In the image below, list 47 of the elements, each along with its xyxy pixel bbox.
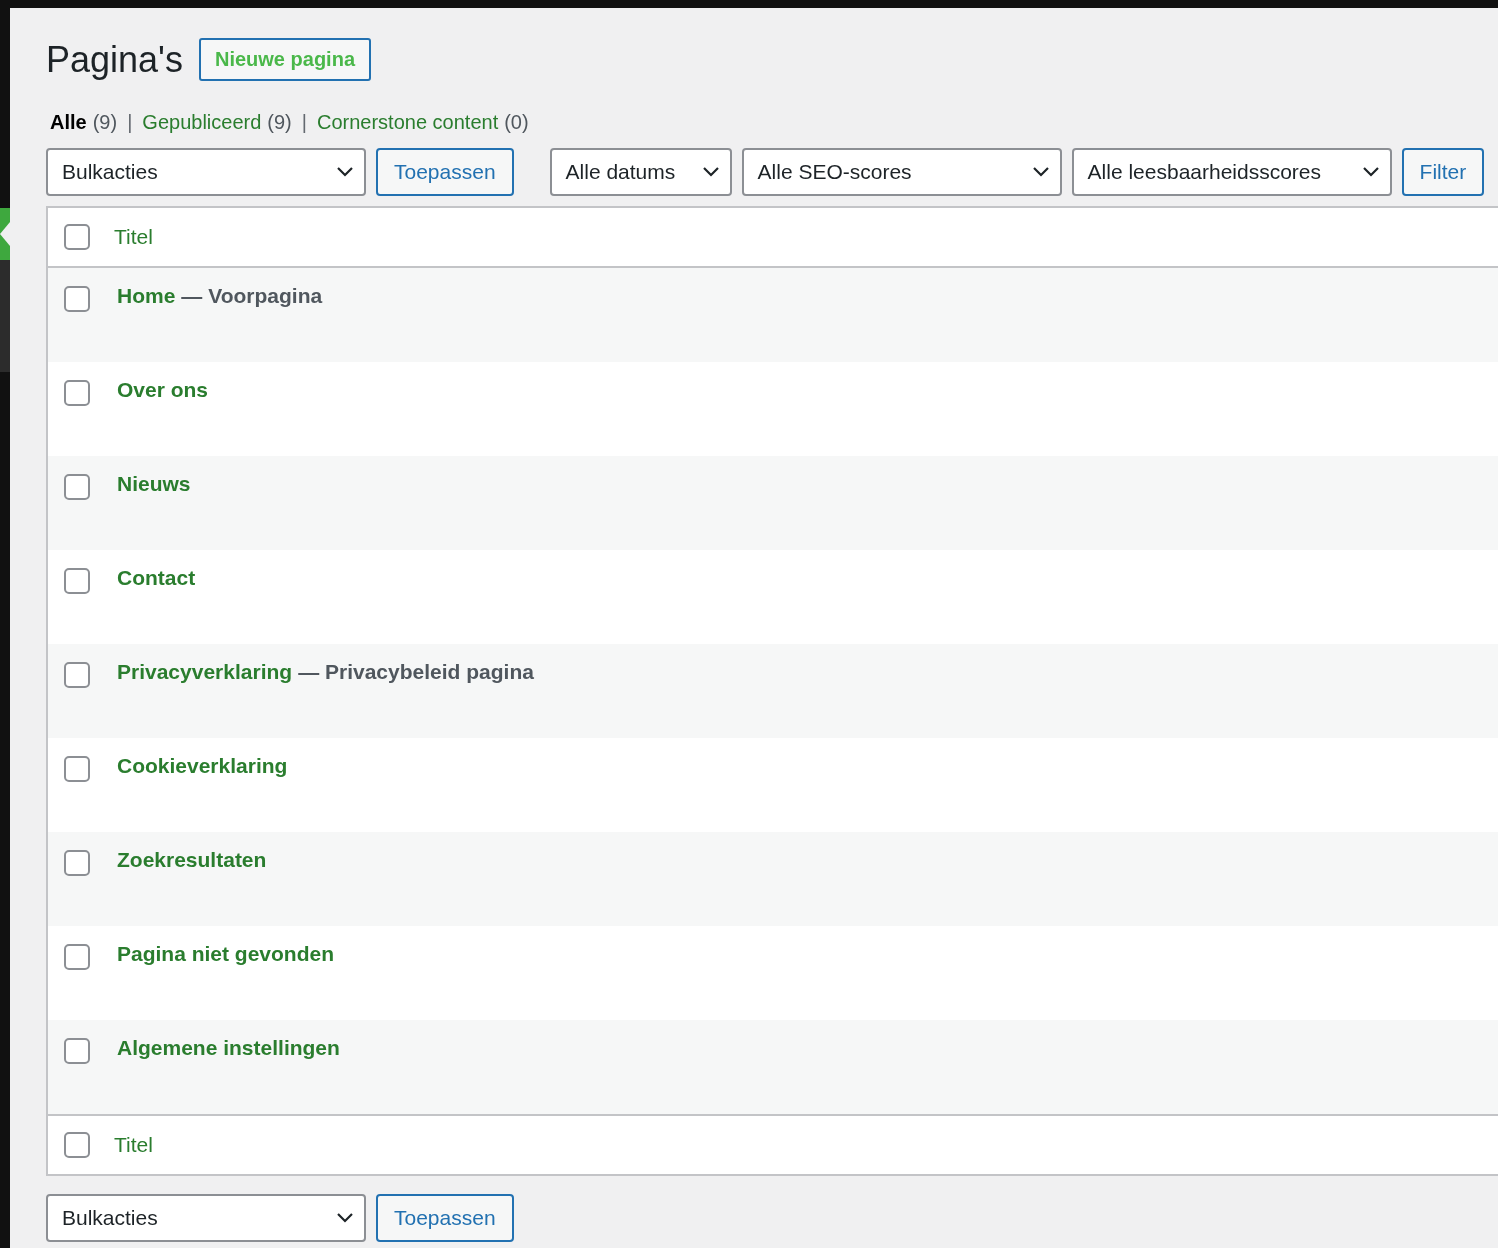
page-title-link[interactable]: Home [117, 284, 176, 308]
view-separator: | [301, 111, 307, 134]
dropdown-select[interactable]: Bulkacties [46, 1194, 366, 1242]
page-title-link[interactable]: Algemene instellingen [117, 1036, 340, 1060]
page-title-link[interactable]: Over ons [117, 378, 209, 402]
page-title-link[interactable]: Pagina niet gevonden [117, 942, 335, 966]
page-title-link[interactable]: Zoekresultaten [117, 848, 267, 872]
chevron-down-icon [1031, 166, 1050, 178]
view-count: (9) [92, 111, 118, 134]
chevron-down-icon [336, 166, 354, 178]
checkbox[interactable] [64, 286, 90, 312]
view-filter-link[interactable]: Cornerstone content [316, 111, 499, 134]
checkbox[interactable] [64, 224, 90, 250]
page-title-link[interactable]: Cookieverklaring [117, 754, 288, 778]
page-state-label: — Voorpagina [181, 284, 323, 308]
view-count: (0) [504, 111, 529, 134]
checkbox[interactable] [64, 474, 90, 500]
page-title-link[interactable]: Privacyverklaring [117, 660, 293, 684]
checkbox[interactable] [64, 380, 90, 406]
view-filter-link[interactable]: Gepubliceerd [142, 111, 262, 134]
dropdown-select[interactable]: Alle SEO-scores [741, 148, 1062, 196]
checkbox[interactable] [64, 568, 90, 594]
column-header-link[interactable]: Titel [114, 225, 153, 249]
checkbox[interactable] [64, 944, 90, 970]
view-filter-link[interactable]: Alle [50, 111, 87, 134]
action-button[interactable]: Toepassen [376, 1194, 514, 1242]
checkbox[interactable] [64, 756, 90, 782]
action-button[interactable]: Toepassen [376, 148, 514, 196]
dropdown-select[interactable]: Alle datums [549, 148, 732, 196]
chevron-down-icon [701, 166, 720, 178]
page-title-link[interactable]: Contact [117, 566, 196, 590]
checkbox[interactable] [64, 662, 90, 688]
chevron-down-icon [336, 1212, 354, 1224]
checkbox[interactable] [64, 1132, 90, 1158]
dropdown-select[interactable]: Alle leesbaarheidsscores [1071, 148, 1392, 196]
view-separator: | [127, 111, 133, 134]
checkbox[interactable] [64, 1038, 90, 1064]
page-state-label: — Privacybeleid pagina [298, 660, 534, 684]
checkbox[interactable] [64, 850, 90, 876]
chevron-down-icon [1361, 166, 1380, 178]
page-title: Pagina's [46, 38, 183, 81]
dropdown-select[interactable]: Bulkacties [46, 148, 366, 196]
menu-pointer-icon [0, 222, 10, 246]
action-button[interactable]: Filter [1401, 148, 1485, 196]
page-title-link[interactable]: Nieuws [117, 472, 191, 496]
column-header-link[interactable]: Titel [114, 1133, 153, 1157]
view-count: (9) [267, 111, 292, 134]
